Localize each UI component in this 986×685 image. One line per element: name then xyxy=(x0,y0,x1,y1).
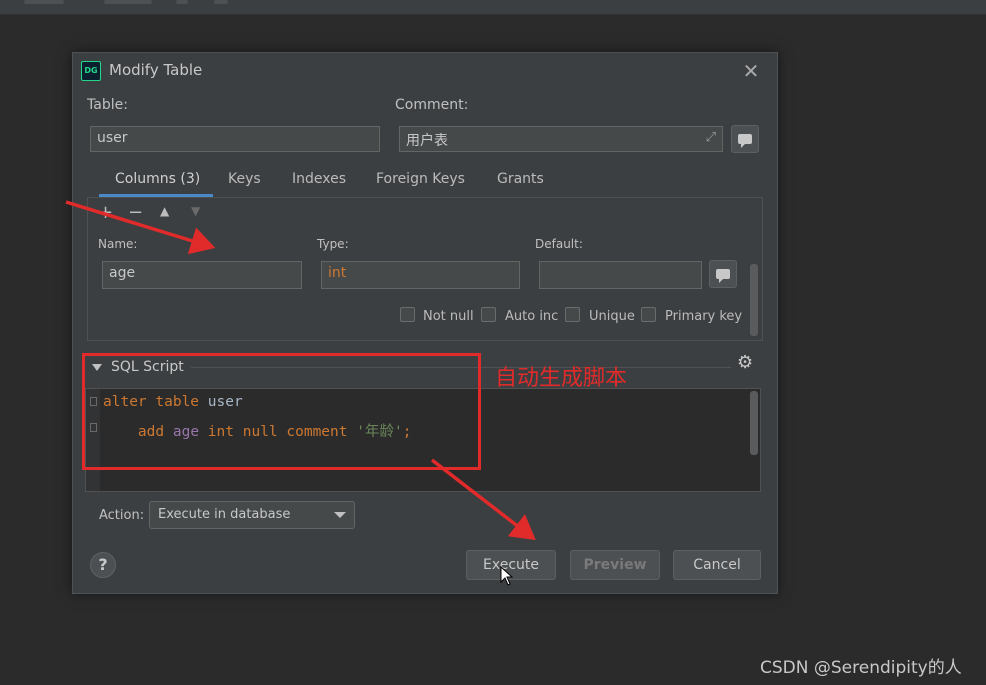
annotation-arrows xyxy=(65,200,536,541)
arrow-to-name xyxy=(65,200,216,255)
arrow-to-execute xyxy=(430,458,536,541)
watermark: CSDN @Serendipity的人 xyxy=(760,658,962,678)
mouse-cursor-icon xyxy=(500,566,514,586)
